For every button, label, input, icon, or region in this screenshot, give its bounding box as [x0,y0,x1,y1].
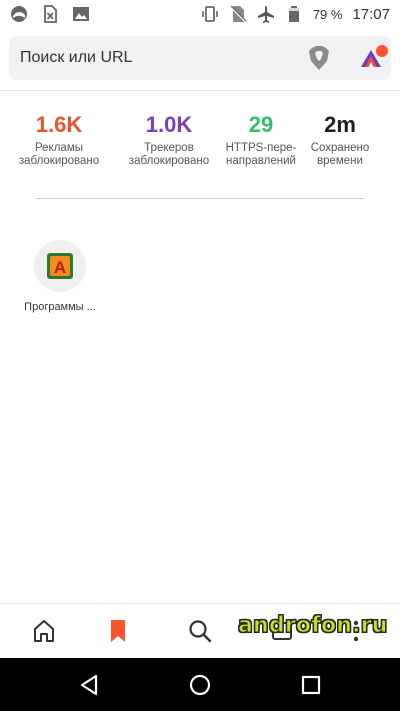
stat-https-label: HTTPS-пере- направлений [225,142,297,167]
stats-divider [36,198,364,199]
clock: 17:07 [352,5,390,23]
header-divider [0,90,400,91]
home-icon[interactable] [31,618,57,644]
stat-https-value: 29 [248,112,274,137]
top-site-tile[interactable]: A Программы ... [15,240,105,313]
stat-ads-value: 1.6K [35,112,83,137]
no-sim-icon [229,5,247,23]
watermark-text: androfon.ru [238,613,388,639]
bookmark-icon[interactable] [105,618,131,644]
system-nav-bar [0,658,400,711]
stat-ads-label: Рекламы заблокировано [18,142,100,167]
vibrate-icon [202,6,218,22]
top-site-label[interactable]: Программы ... [15,301,105,313]
recents-icon[interactable] [298,672,324,698]
stat-ads-blocked: 1.6K Рекламы заблокировано [14,112,104,168]
url-placeholder[interactable]: Поиск или URL [20,49,132,67]
stat-https-upgrades: 29 HTTPS-пере- направлений [216,112,306,168]
home-circle-icon[interactable] [187,672,213,698]
top-site-icon-wrap[interactable]: A [34,240,86,292]
back-icon[interactable] [77,672,103,698]
status-bar: 79 % 17:07 [0,0,400,30]
image-icon [73,7,89,21]
battery-icon [288,6,299,22]
stat-time-saved: 2m Сохранено времени [300,112,380,168]
url-bar[interactable]: Поиск или URL [9,36,391,80]
stat-time-label: Сохранено времени [310,142,370,167]
stat-time-value: 2m [324,112,356,137]
sim-card-icon [44,5,57,23]
search-icon[interactable] [187,618,213,644]
brave-notification-icon [11,6,27,22]
stat-trackers-blocked: 1.0K Трекеров заблокировано [124,112,214,168]
airplane-icon [257,6,274,23]
battery-percent: 79 % [312,6,343,22]
stat-trackers-label: Трекеров заблокировано [128,142,210,167]
svg-text:A: A [54,258,66,277]
brave-rewards-icon[interactable] [359,45,389,71]
brave-shield-icon[interactable] [307,45,331,71]
stat-trackers-value: 1.0K [145,112,193,137]
watermark: androfon.ru [232,612,396,644]
app-store-icon: A [47,253,73,279]
